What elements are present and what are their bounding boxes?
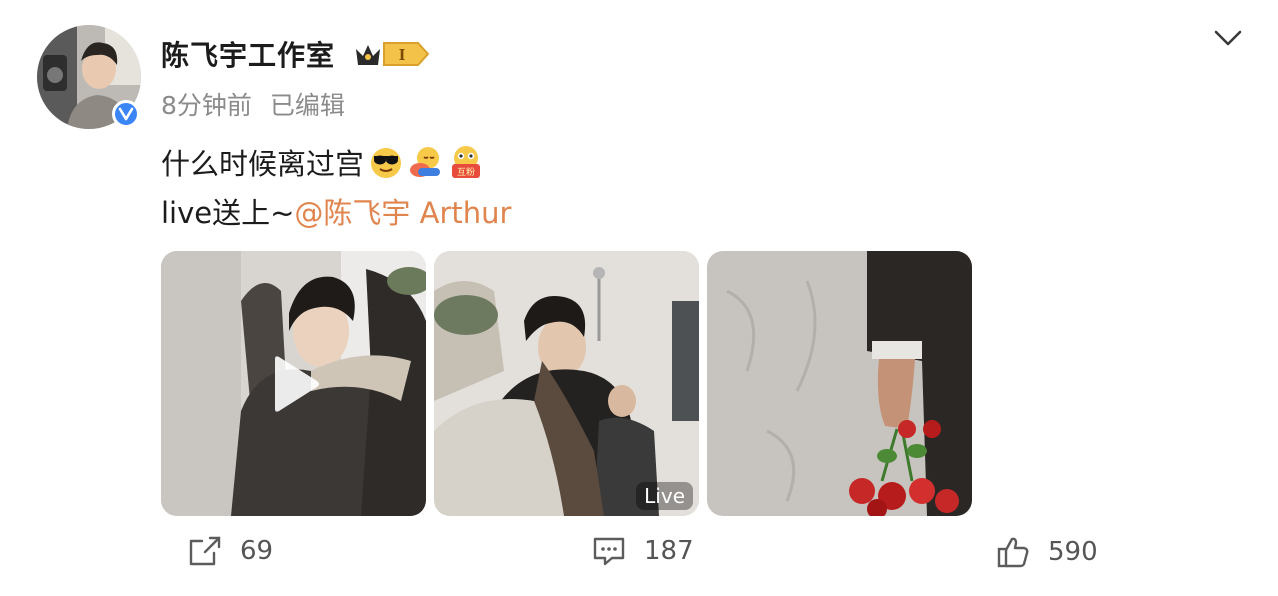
play-icon[interactable] [271, 355, 321, 413]
like-count: 590 [1048, 537, 1098, 567]
post-time: 8分钟前 [161, 91, 252, 120]
sunglasses-emoji-icon [371, 148, 402, 178]
edited-label[interactable]: 已编辑 [270, 86, 345, 122]
chevron-down-icon[interactable] [1212, 26, 1244, 52]
mutual-fans-emoji-icon: 互粉 [452, 146, 481, 178]
action-bar: 69 187 590 [0, 535, 1278, 579]
post-text-line: 什么时候离过宫 互粉 [161, 141, 484, 183]
post-text-prefix: live送上~ [161, 196, 295, 230]
emoji-badge-text: 互粉 [457, 166, 475, 178]
post-text: 什么时候离过宫 [161, 147, 365, 181]
media-image-thumbnail[interactable] [707, 251, 972, 516]
mention-link[interactable]: @陈飞宇 Arthur [294, 196, 511, 230]
live-badge: Live [636, 482, 693, 510]
member-level: I [399, 45, 406, 64]
repost-count: 69 [240, 536, 274, 566]
repost-button[interactable]: 69 [188, 535, 273, 567]
comment-button[interactable]: 187 [592, 535, 694, 567]
comment-count: 187 [644, 536, 694, 566]
media-live-photo[interactable]: Live [434, 251, 699, 516]
media-video-thumbnail[interactable] [161, 251, 426, 516]
post-meta: 8分钟前 已编辑 [161, 86, 345, 122]
member-crown-badge[interactable]: I [354, 37, 430, 71]
comment-icon [593, 537, 625, 566]
account-name[interactable]: 陈飞宇工作室 [161, 34, 335, 74]
like-button[interactable]: 590 [996, 535, 1098, 569]
share-icon [189, 536, 221, 566]
post-text-line-2: live送上~@陈飞宇 Arthur [161, 190, 511, 232]
verified-badge-icon [112, 100, 140, 128]
thumbs-up-icon [997, 537, 1029, 568]
hug-emoji-icon [410, 147, 441, 177]
